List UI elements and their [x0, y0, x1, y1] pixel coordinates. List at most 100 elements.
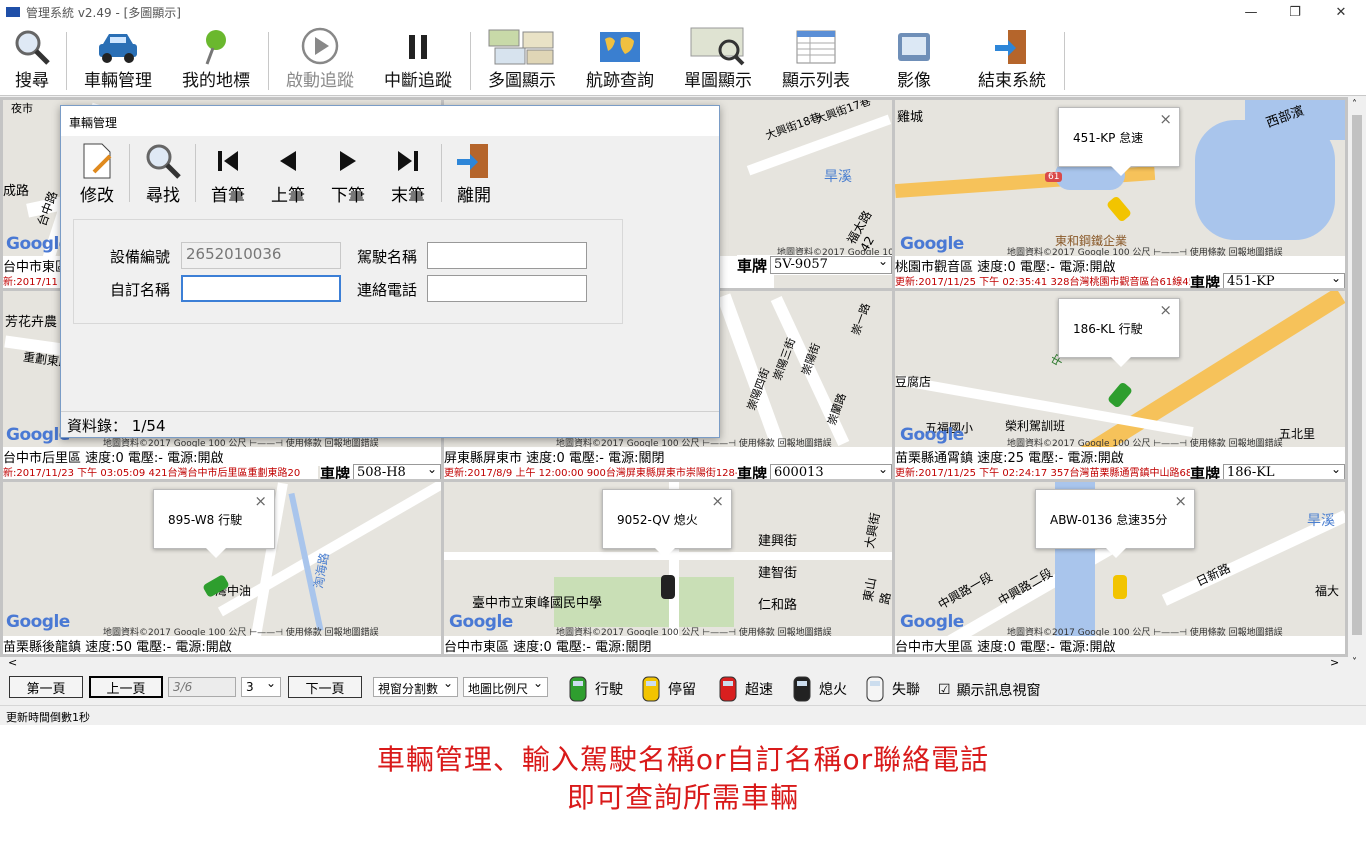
- plate-selector[interactable]: 車牌 600013: [736, 461, 892, 479]
- status-bar: 更新時間倒數1秒: [0, 705, 1366, 725]
- leave-label: 離開: [457, 186, 491, 206]
- vehicle-popup: 895-W8 行駛 ×: [153, 489, 275, 558]
- stop-tracking-button[interactable]: 中斷追蹤: [378, 28, 458, 94]
- first-page-button[interactable]: 第一頁: [9, 676, 83, 698]
- next-record-button[interactable]: 下筆: [327, 140, 369, 206]
- page-select[interactable]: 3: [241, 676, 281, 697]
- map-label: 臺中市立東峰國民中學: [472, 596, 603, 611]
- map-cell[interactable]: 豆腐店 五福國小 榮利駕訓班 五北里 中山路 186-KL 行駛× Google…: [895, 291, 1345, 479]
- map-cell[interactable]: 灣中油 淘海路 895-W8 行駛 × Google 地圖資料©2017 Goog…: [3, 482, 441, 654]
- car-lost-icon: [866, 676, 884, 702]
- my-landmarks-button[interactable]: 我的地標: [176, 28, 256, 94]
- plate-selector[interactable]: 車牌 5V-9057: [736, 253, 892, 275]
- leave-button[interactable]: 離開: [453, 140, 495, 206]
- prev-record-button[interactable]: 上筆: [267, 140, 309, 206]
- start-tracking-button[interactable]: 啟動追蹤: [280, 27, 360, 94]
- vehicle-marker-idle[interactable]: [1113, 575, 1127, 599]
- plate-dropdown[interactable]: 5V-9057: [770, 253, 892, 274]
- show-list-button[interactable]: 顯示列表: [776, 28, 856, 94]
- window-title: 管理系統 v2.49 - [多圖顯示]: [26, 5, 181, 20]
- window-split-select[interactable]: 視窗分割數: [373, 676, 458, 697]
- dialog-separator: [195, 144, 196, 202]
- scroll-right-icon[interactable]: >: [1330, 656, 1339, 669]
- map-zoom-icon: [689, 26, 747, 66]
- scroll-up-icon[interactable]: ˄: [1352, 99, 1357, 110]
- plate-dropdown[interactable]: 508-H8: [353, 461, 441, 479]
- first-record-button[interactable]: 首筆: [207, 140, 249, 206]
- vertical-scrollbar[interactable]: ˄ ˅: [1348, 97, 1366, 670]
- popup-close-icon[interactable]: ×: [1174, 492, 1187, 510]
- vehicle-info: 台中市大里區 速度:0 電壓:- 電源:開啟: [895, 636, 1345, 654]
- close-button[interactable]: ✕: [1318, 0, 1364, 24]
- search-button[interactable]: 搜尋: [10, 28, 54, 94]
- map-label: 豆腐店: [895, 375, 932, 389]
- toolbar-separator: [470, 32, 471, 90]
- map-label: 大興街: [862, 511, 883, 550]
- restore-button[interactable]: ❐: [1272, 0, 1318, 24]
- map-label: 仁和路: [758, 598, 798, 613]
- custom-name-field[interactable]: [181, 275, 341, 302]
- popup-close-icon[interactable]: ×: [711, 492, 724, 510]
- multi-map-button[interactable]: 多圖顯示: [482, 28, 562, 94]
- google-logo: Google: [900, 234, 964, 254]
- record-label: 資料錄：: [67, 417, 128, 435]
- plate-selector[interactable]: 車牌 186-KL: [1189, 461, 1345, 479]
- map-label: 東山路: [860, 576, 892, 606]
- scroll-down-icon[interactable]: ˅: [1352, 657, 1357, 668]
- next-record-label: 下筆: [331, 186, 365, 206]
- next-page-button[interactable]: 下一頁: [288, 676, 362, 698]
- map-label: 夜市: [11, 102, 33, 115]
- popup-close-icon[interactable]: ×: [254, 492, 267, 510]
- map-cell[interactable]: 中興路一段 中興路二段 日新路 旱溪 福大 ABW-0136 怠速35分 × Go…: [895, 482, 1345, 654]
- driver-name-label: 駕駛名稱: [357, 248, 418, 266]
- show-message-checkbox[interactable]: ☑ 顯示訊息視窗: [938, 680, 1041, 700]
- vehicle-management-button[interactable]: 車輛管理: [78, 28, 158, 94]
- first-record-label: 首筆: [211, 186, 245, 206]
- vehicle-marker-moving[interactable]: [1106, 381, 1134, 409]
- single-map-button[interactable]: 單圖顯示: [678, 26, 758, 94]
- vehicle-popup: 9052-QV 熄火 ×: [602, 489, 732, 558]
- car-idle-icon: [642, 676, 660, 702]
- track-query-button[interactable]: 航跡查詢: [580, 28, 660, 94]
- map-label: 崇一路: [849, 301, 873, 337]
- plate-dropdown[interactable]: 451-KP: [1223, 270, 1345, 288]
- last-record-button[interactable]: 末筆: [387, 140, 429, 206]
- popup-close-icon[interactable]: ×: [1159, 301, 1172, 319]
- exit-system-button[interactable]: 結束系統: [972, 28, 1052, 94]
- scroll-thumb[interactable]: [1352, 115, 1362, 635]
- legend-item: 停留: [642, 676, 696, 702]
- map-scale-select[interactable]: 地圖比例尺: [463, 676, 548, 697]
- main-toolbar: 搜尋 車輛管理 我的地標 啟動追蹤 中斷追蹤 多圖顯示 航跡查詢 單圖顯示 顯示…: [0, 24, 1366, 96]
- plate-dropdown[interactable]: 186-KL: [1223, 461, 1345, 479]
- multi-map-label: 多圖顯示: [488, 71, 556, 91]
- next-arrow-icon: [336, 141, 360, 181]
- vehicle-marker-idle[interactable]: [1105, 195, 1133, 223]
- vehicle-marker-off[interactable]: [661, 575, 675, 599]
- plate-dropdown[interactable]: 600013: [770, 461, 892, 479]
- find-button[interactable]: 尋找: [143, 140, 183, 206]
- map-label: 日新路: [1193, 560, 1233, 589]
- driver-name-field[interactable]: [427, 242, 587, 269]
- plate-selector[interactable]: 車牌 508-H8: [319, 461, 441, 479]
- vehicle-popup: ABW-0136 怠速35分 ×: [1035, 489, 1195, 558]
- map-cell[interactable]: 雞城 西部濱 61 東和鋼鐵企業 451-KP 怠速 × Google 地圖資料©…: [895, 100, 1345, 288]
- map-label: 雞城: [897, 110, 924, 125]
- phone-field[interactable]: [427, 275, 587, 302]
- prev-record-label: 上筆: [271, 186, 305, 206]
- map-cell[interactable]: 臺中市立東峰國民中學 建興街 建智街 仁和路 大興街 東山路 9052-QV 熄…: [444, 482, 892, 654]
- toolbar-separator: [66, 32, 67, 90]
- prev-page-button[interactable]: 上一頁: [89, 676, 163, 698]
- plate-selector[interactable]: 車牌 451-KP: [1189, 270, 1345, 288]
- scroll-left-icon[interactable]: <: [8, 656, 17, 669]
- horizontal-scrollbar[interactable]: < >: [0, 656, 1348, 670]
- checkbox-checked-icon[interactable]: ☑: [938, 682, 951, 698]
- exit-system-label: 結束系統: [978, 71, 1046, 91]
- custom-name-label: 自訂名稱: [110, 281, 171, 299]
- popup-close-icon[interactable]: ×: [1159, 110, 1172, 128]
- device-id-label: 設備編號: [110, 248, 171, 266]
- caption-line-2: 即可查詢所需車輛: [566, 781, 799, 814]
- video-button[interactable]: 影像: [874, 28, 954, 94]
- minimize-button[interactable]: —: [1228, 0, 1274, 24]
- modify-button[interactable]: 修改: [77, 140, 117, 206]
- google-logo: Google: [6, 612, 70, 632]
